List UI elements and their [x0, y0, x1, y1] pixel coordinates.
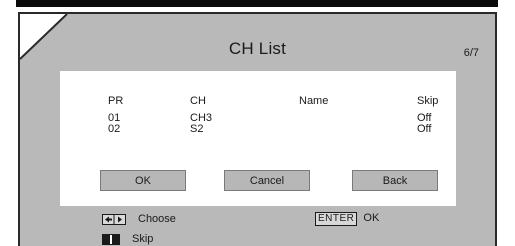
- column-header-skip: Skip: [417, 95, 439, 107]
- back-button[interactable]: Back: [352, 170, 438, 191]
- channel-list: PR CH Name Skip 01 CH3 Off 02 S2 Off OK …: [60, 71, 456, 206]
- legend-choose: Choose: [102, 212, 176, 226]
- skip-key-icon: [102, 233, 120, 245]
- left-right-arrow-keys-icon: [102, 213, 126, 225]
- row-2-pr[interactable]: 02: [108, 123, 120, 135]
- column-header-pr: PR: [108, 95, 124, 107]
- page-indicator: 6/7: [463, 47, 479, 59]
- row-2-ch[interactable]: S2: [190, 123, 203, 135]
- tv-osd-screen: CH List 6/7 PR CH Name Skip 01 CH3 Off 0…: [0, 0, 515, 246]
- row-2-skip[interactable]: Off: [417, 123, 431, 135]
- legend-enter: ENTER OK: [315, 211, 379, 226]
- column-header-name: Name: [299, 95, 329, 107]
- legend-choose-label: Choose: [138, 213, 176, 225]
- window-title: CH List: [228, 39, 287, 58]
- cancel-button[interactable]: Cancel: [224, 170, 310, 191]
- legend-skip-label: Skip: [132, 233, 154, 245]
- legend-enter-label: OK: [363, 212, 380, 224]
- top-bar: [16, 0, 498, 7]
- column-header-ch: CH: [190, 95, 206, 107]
- enter-key-icon: ENTER: [315, 212, 358, 226]
- ok-button[interactable]: OK: [100, 170, 186, 191]
- ch-list-dialog: CH List 6/7 PR CH Name Skip 01 CH3 Off 0…: [18, 12, 497, 246]
- legend-skip: Skip: [102, 232, 153, 246]
